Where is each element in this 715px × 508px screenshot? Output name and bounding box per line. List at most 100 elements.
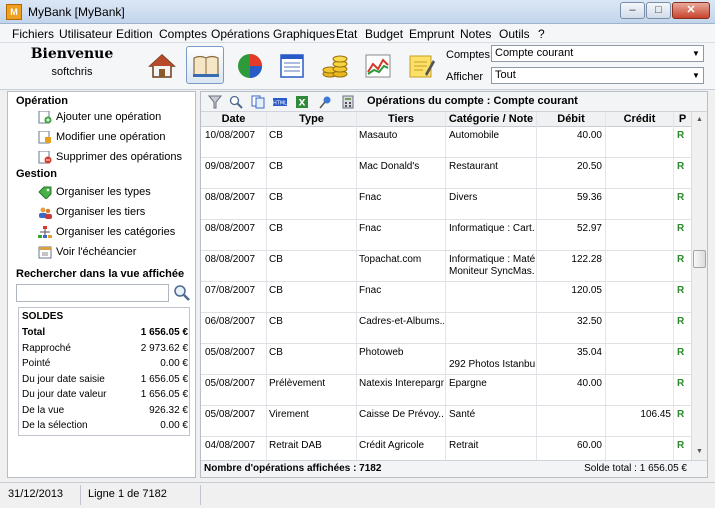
welcome-user: softchris [51,66,93,78]
solde-row: Pointé 0.00 € [22,358,188,369]
col-categorie[interactable]: Catégorie / Note [446,113,536,125]
col-credit[interactable]: Crédit [606,113,673,125]
soldes-box: SOLDES Total 1 656.05 € Rapproché 2 973.62… [18,307,190,436]
operations-panel: HTML X Opérations du compte : Compte cou… [200,91,708,478]
status-divider [80,485,81,505]
afficher-select[interactable]: Tout ▼ [491,67,704,84]
menu-outils[interactable]: Outils [499,27,530,41]
soldes-title: SOLDES [22,311,64,322]
chevron-down-icon: ▼ [692,49,700,58]
menu-etat[interactable]: Etat [336,27,357,41]
comptes-label: Comptes [446,49,491,61]
list-icon [280,54,304,78]
maximize-button[interactable]: □ [646,2,671,19]
col-tiers[interactable]: Tiers [357,113,445,125]
pie-chart-icon [238,54,262,78]
solde-row: De la vue 926.32 € [22,405,188,416]
menu-edition[interactable]: Edition [116,27,153,41]
table-row[interactable]: 09/08/2007 CB Mac Donald's Restaurant 20… [201,158,691,189]
table-row[interactable]: 08/08/2007 CB Fnac Informatique : Cart..… [201,220,691,251]
table-row[interactable]: 10/08/2007 CB Masauto Automobile 40.00 R [201,127,691,158]
solde-row: Du jour date saisie 1 656.05 € [22,374,188,385]
stats-button[interactable] [358,46,396,84]
vertical-scrollbar[interactable]: ▲ ▼ [691,112,707,460]
menu-comptes[interactable]: Comptes [159,27,207,41]
gestion-header: Gestion [16,168,57,180]
solde-row: Rapproché 2 973.62 € [22,343,188,354]
col-type[interactable]: Type [267,113,356,125]
svg-text:HTML: HTML [273,101,287,107]
search-label: Rechercher dans la vue affichée [16,268,185,280]
operation-header: Opération [16,95,68,107]
operations-button[interactable] [186,46,224,84]
charts-button[interactable] [230,46,268,84]
status-divider [200,485,201,505]
chevron-down-icon: ▼ [692,71,700,80]
left-panel: Opération Ajouter une opération Modifier… [7,91,196,478]
afficher-label: Afficher [446,71,484,83]
notes-button[interactable] [401,46,439,84]
calendar-icon [38,246,52,259]
menu-operations[interactable]: Opérations [211,27,270,41]
menu-fichiers[interactable]: Fichiers [12,27,54,41]
status-bar: 31/12/2013 Ligne 1 de 7182 [0,482,715,508]
table-footer: Nombre d'opérations affichées : 7182 Sol… [201,460,707,477]
pin-icon[interactable] [318,95,332,109]
excel-export-icon[interactable]: X [295,95,309,109]
coins-icon [322,55,348,78]
table-row[interactable]: 07/08/2007 CB Fnac 120.05 R [201,282,691,313]
col-pointage[interactable]: P [674,113,691,125]
html-export-icon[interactable]: HTML [273,95,287,109]
filter-icon[interactable] [208,95,222,109]
reports-button[interactable] [272,46,310,84]
table-row[interactable]: 04/08/2007 Retrait DAB Crédit Agricole R… [201,437,691,460]
table-row[interactable]: 05/08/2007 Virement Caisse De Prévoy... … [201,406,691,437]
menu-notes[interactable]: Notes [460,27,491,41]
tag-icon [38,186,52,199]
copy-icon[interactable] [251,95,265,109]
close-button[interactable]: ✕ [672,2,710,19]
table-header: Date Type Tiers Catégorie / Note Débit C… [201,112,691,127]
search-input[interactable] [16,284,169,302]
people-icon [39,207,52,219]
table-row[interactable]: 05/08/2007 CB Photoweb 292 Photos Istanb… [201,344,691,375]
budget-button[interactable] [315,46,353,84]
home-icon [148,53,176,78]
solde-row: De la sélection 0.00 € [22,420,188,431]
table-row[interactable]: 05/08/2007 Prélèvement Natexis Interepar… [201,375,691,406]
col-date[interactable]: Date [201,113,266,125]
calculator-icon[interactable] [341,95,355,109]
solde-row: Total 1 656.05 € [22,327,188,338]
edit-document-icon [38,131,51,144]
col-debit[interactable]: Débit [537,113,605,125]
home-button[interactable] [142,46,180,84]
solde-row: Du jour date valeur 1 656.05 € [22,389,188,400]
compte-select[interactable]: Compte courant ▼ [491,45,704,62]
money-bag-icon: M [6,4,22,20]
afficher-select-value: Tout [495,69,516,81]
menu-graphiques[interactable]: Graphiques [273,27,335,41]
menu-emprunt[interactable]: Emprunt [409,27,454,41]
menu-utilisateur[interactable]: Utilisateur [59,27,112,41]
welcome-title: Bienvenue [30,46,114,62]
menu-bar: Fichiers Utilisateur Edition Comptes Opé… [0,24,715,43]
total-balance: Solde total : 1 656.05 € [584,463,687,474]
scroll-down-icon[interactable]: ▼ [692,444,707,459]
menu-budget[interactable]: Budget [365,27,403,41]
operations-table: 10/08/2007 CB Masauto Automobile 40.00 R… [201,127,691,460]
status-date: 31/12/2013 [8,488,64,500]
search-icon[interactable] [229,95,243,109]
line-chart-icon [365,54,391,78]
add-document-icon [38,111,52,124]
table-row[interactable]: 06/08/2007 CB Cadres-et-Albums.... 32.50… [201,313,691,344]
operations-title: Opérations du compte : Compte courant [367,95,578,107]
menu-help[interactable]: ? [538,27,545,41]
scroll-up-icon[interactable]: ▲ [692,112,707,127]
scrollbar-thumb[interactable] [693,250,706,268]
table-row[interactable]: 08/08/2007 CB Topachat.com Informatique … [201,251,691,282]
minimize-button[interactable]: – [620,2,645,19]
delete-document-icon [38,151,52,164]
search-icon[interactable] [173,284,191,302]
svg-text:X: X [299,99,306,109]
table-row[interactable]: 08/08/2007 CB Fnac Divers 59.36 R [201,189,691,220]
